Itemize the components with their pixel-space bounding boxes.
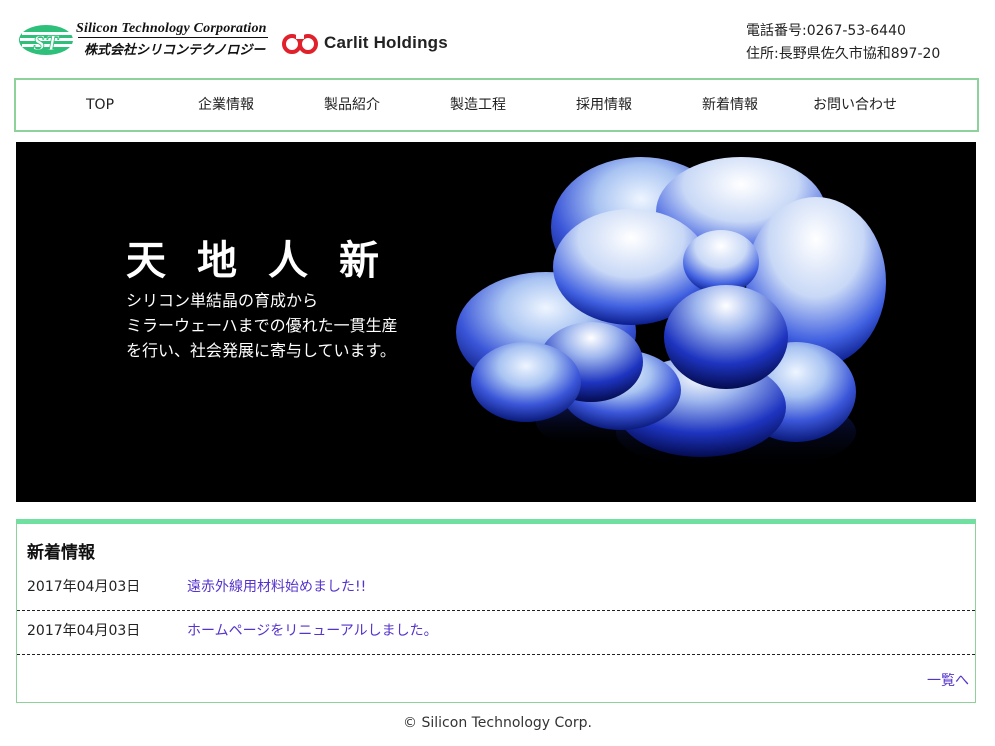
hero-banner: 天地人新 シリコン単結晶の育成から ミラーウェーハまでの優れた一貫生産 を行い、… [16,142,976,502]
logo-divider [78,37,268,38]
news-item: 2017年04月03日 遠赤外線用材料始めました!! [17,566,975,611]
stc-logo-mark-icon: ST [19,25,74,55]
news-section: 新着情報 2017年04月03日 遠赤外線用材料始めました!! 2017年04月… [16,519,976,703]
news-list-link[interactable]: 一覧へ [927,670,969,690]
hero-line: シリコン単結晶の育成から [126,291,319,310]
stc-logo[interactable]: ST Silicon Technology Corporation 株式会社シリ… [18,20,278,60]
footer-copyright: © Silicon Technology Corp. [403,715,592,731]
news-link[interactable]: ホームページをリニューアルしました。 [187,610,438,652]
nav-item-company[interactable]: 企業情報 [198,80,254,130]
hero-line: を行い、社会発展に寄与しています。 [126,341,396,360]
nav-item-products[interactable]: 製品紹介 [324,80,380,130]
hero-title: 天地人新 [126,238,410,284]
nav-item-news[interactable]: 新着情報 [702,80,758,130]
news-item: 2017年04月03日 ホームページをリニューアルしました。 [17,610,975,655]
company-name-jp: 株式会社シリコンテクノロジー [84,43,266,58]
site-header: ST Silicon Technology Corporation 株式会社シリ… [0,0,995,78]
company-name-en: Silicon Technology Corporation [76,21,267,36]
news-date: 2017年04月03日 [27,579,141,595]
svg-text:ST: ST [33,30,60,55]
hero-line: ミラーウェーハまでの優れた一貫生産 [126,316,398,335]
carlit-logo[interactable]: Carlit Holdings [281,30,481,58]
nav-item-recruit[interactable]: 採用情報 [576,80,632,130]
main-nav: TOP 企業情報 製品紹介 製造工程 採用情報 新着情報 お問い合わせ [14,78,979,132]
contact-info: 電話番号:0267-53-6440 住所:長野県佐久市協和897-20 [746,20,940,66]
carlit-logo-text: Carlit Holdings [324,33,448,52]
news-heading: 新着情報 [27,543,95,563]
nav-item-top[interactable]: TOP [86,80,114,130]
phone-number: 電話番号:0267-53-6440 [746,23,906,39]
nav-item-process[interactable]: 製造工程 [450,80,506,130]
silicon-wafers-image [456,157,886,472]
news-date: 2017年04月03日 [27,623,141,639]
nav-item-contact[interactable]: お問い合わせ [813,80,897,130]
news-link[interactable]: 遠赤外線用材料始めました!! [187,566,366,608]
carlit-logo-mark-icon [282,33,318,54]
address: 住所:長野県佐久市協和897-20 [746,46,941,62]
hero-description: シリコン単結晶の育成から ミラーウェーハまでの優れた一貫生産 を行い、社会発展に… [126,288,398,363]
